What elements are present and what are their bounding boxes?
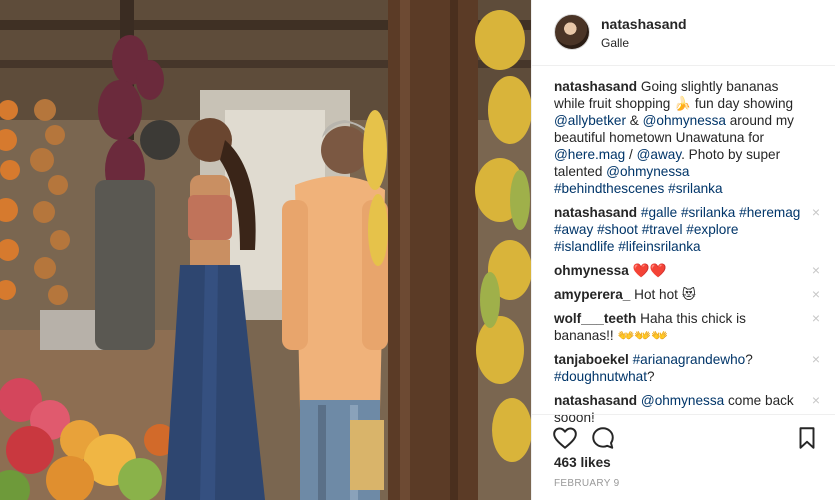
tag-link[interactable]: #travel [642, 222, 683, 237]
tag-link[interactable]: @here.mag [554, 147, 625, 162]
caption-username[interactable]: natashasand [554, 79, 637, 94]
caption-text: Going slightly bananas while fruit shopp… [554, 79, 794, 196]
tag-link[interactable]: @allybetker [554, 113, 626, 128]
comment-item: tanjaboekel #arianagrandewho? #doughnutw… [554, 351, 824, 385]
tag-link[interactable]: #galle [641, 205, 677, 220]
comment-username[interactable]: natashasand [554, 393, 637, 408]
comment-text-fragment: ? [745, 352, 753, 367]
tag-link[interactable]: @ohmynessa [606, 164, 689, 179]
tag-link[interactable]: @ohmynessa [641, 393, 724, 408]
like-count[interactable]: 463 likes [554, 455, 611, 470]
post-header: natashasand Galle [532, 0, 835, 66]
tag-link[interactable]: #srilanka [668, 181, 722, 196]
comment-item: ohmynessa ❤️❤️ × [554, 262, 824, 279]
tag-link[interactable]: #away [554, 222, 593, 237]
comment-list: natashasand Going slightly bananas while… [554, 78, 824, 433]
caption: natashasand Going slightly bananas while… [554, 78, 824, 197]
close-icon[interactable]: × [812, 311, 820, 325]
market-photo-illustration [0, 0, 531, 500]
close-icon[interactable]: × [812, 205, 820, 219]
comment-username[interactable]: amyperera_ [554, 287, 630, 302]
tag-link[interactable]: #lifeinsrilanka [618, 239, 700, 254]
comment-text-fragment: ❤️❤️ [632, 263, 667, 278]
comment-username[interactable]: tanjaboekel [554, 352, 629, 367]
comment-text-fragment: Hot hot 😻 [634, 287, 696, 302]
instagram-post: natashasand Galle natashasand Going slig… [0, 0, 835, 500]
tag-link[interactable]: @away [637, 147, 682, 162]
comment-username[interactable]: ohmynessa [554, 263, 629, 278]
comment-text-fragment: ? [646, 369, 655, 384]
avatar[interactable] [554, 14, 590, 50]
tag-link[interactable]: #heremag [739, 205, 800, 220]
comment-item: wolf___teeth Haha this chick is bananas!… [554, 310, 824, 344]
comment-text: Hot hot 😻 [634, 287, 696, 302]
tag-link[interactable]: #doughnutwhat [554, 369, 647, 384]
comment-username[interactable]: natashasand [554, 205, 637, 220]
post-photo[interactable] [0, 0, 531, 500]
heart-icon[interactable] [552, 425, 578, 451]
comment-username[interactable]: wolf___teeth [554, 311, 636, 326]
comment-item: natashasand #galle #srilanka #heremag #a… [554, 204, 824, 255]
author-username[interactable]: natashasand [601, 16, 687, 32]
actions-bar: 463 likes FEBRUARY 9 [532, 414, 835, 500]
comment-text-fragment: & [625, 113, 643, 128]
comment-text: ❤️❤️ [633, 263, 667, 278]
post-date: FEBRUARY 9 [554, 478, 620, 489]
comment-item: amyperera_ Hot hot 😻 × [554, 286, 824, 303]
tag-link[interactable]: #explore [686, 222, 738, 237]
tag-link[interactable]: #behindthescenes [554, 181, 664, 196]
tag-link[interactable]: @ohmynessa [643, 113, 726, 128]
tag-link[interactable]: #arianagrandewho [633, 352, 746, 367]
bookmark-icon[interactable] [794, 425, 820, 451]
tag-link[interactable]: #shoot [597, 222, 638, 237]
close-icon[interactable]: × [812, 352, 820, 366]
comment-text-fragment: / [625, 147, 637, 162]
close-icon[interactable]: × [812, 287, 820, 301]
tag-link[interactable]: #srilanka [681, 205, 735, 220]
close-icon[interactable]: × [812, 263, 820, 277]
comment-icon[interactable] [590, 425, 616, 451]
close-icon[interactable]: × [812, 393, 820, 407]
tag-link[interactable]: #islandlife [554, 239, 614, 254]
location-link[interactable]: Galle [601, 36, 629, 50]
post-panel: natashasand Galle natashasand Going slig… [531, 0, 835, 500]
